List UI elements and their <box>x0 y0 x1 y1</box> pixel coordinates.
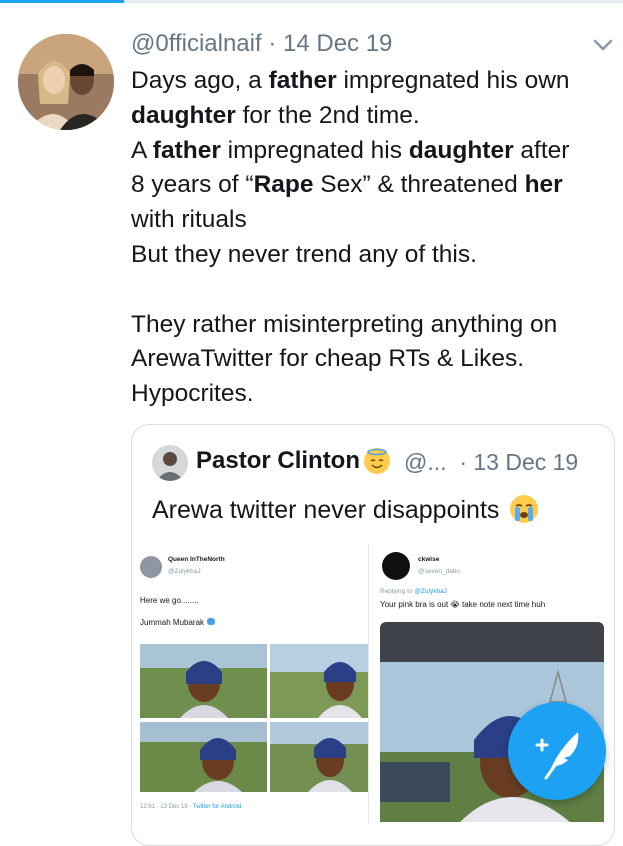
quoted-avatar <box>152 445 188 481</box>
tweet-text: Days ago, a father impregnated his own da… <box>131 64 611 412</box>
text-segment: Hypocrites. <box>131 380 254 408</box>
inner-photo-1 <box>140 644 267 718</box>
text-segment: impregnated his <box>220 136 409 164</box>
inner-text-1: Here we go........ <box>140 596 199 605</box>
text-segment: ArewaTwitter for cheap RTs & Likes. <box>131 345 525 373</box>
halo-smile-emoji-icon <box>364 448 390 474</box>
avatar-photo <box>18 34 114 130</box>
inner-photo-2 <box>270 644 368 718</box>
inner-reply-image-header <box>380 622 604 662</box>
bold-text-segment: daughter <box>408 136 514 164</box>
tweet-text-line <box>131 273 611 308</box>
text-segment: with rituals <box>131 206 247 234</box>
bold-text-segment: father <box>152 136 221 164</box>
text-segment: They rather misinterpreting anything on <box>131 310 558 338</box>
quoted-meta: @... · 13 Dec 19 <box>404 449 578 476</box>
compose-tweet-button[interactable] <box>508 702 606 800</box>
tweet-text-line: Hypocrites. <box>131 377 611 412</box>
tweet-text-line: 8 years of “Rape Sex” & threatened her <box>131 168 611 203</box>
text-segment: But they never trend any of this. <box>131 240 477 268</box>
heart-icon <box>207 618 216 625</box>
crying-emoji-icon <box>510 495 539 523</box>
inner-photo-4 <box>270 722 368 792</box>
inner-text-2-line: Jummah Mubarak <box>140 618 216 627</box>
quoted-text-line: Arewa twitter never disappoints <box>152 495 539 525</box>
inner-replying-handle: @ZulykhaJ <box>414 588 447 595</box>
tweet-text-line: A father impregnated his daughter after <box>131 134 611 169</box>
inner-text-2: Jummah Mubarak <box>140 618 205 627</box>
bold-text-segment: daughter <box>131 101 236 129</box>
text-segment: after <box>513 136 570 164</box>
tweet-text-line: ArewaTwitter for cheap RTs & Likes. <box>131 342 611 377</box>
inner-replying-prefix: Replying to <box>380 588 415 595</box>
tweet-text-line: Days ago, a father impregnated his own <box>131 64 611 99</box>
chevron-down-icon[interactable] <box>592 38 614 52</box>
inner-footer-time: 12:51 · 13 Dec 19 · <box>140 804 193 810</box>
tweet-header: @0fficialnaif · 14 Dec 19 <box>131 30 392 58</box>
inner-reply-handle: @seven_dabo <box>418 568 461 575</box>
inner-author-name: Queen InTheNorth <box>168 556 225 563</box>
text-segment: for the 2nd time. <box>235 101 420 129</box>
quoted-date: 13 Dec 19 <box>473 449 579 475</box>
quoted-separator: · <box>459 449 467 475</box>
active-tab-indicator <box>0 0 124 3</box>
quoted-image-left[interactable]: Queen InTheNorth @ZulykhaJ Here we go...… <box>132 544 369 824</box>
bold-text-segment: her <box>524 171 563 199</box>
text-segment: 8 years of “ <box>131 171 254 199</box>
bold-text-segment: father <box>268 67 337 94</box>
author-handle[interactable]: @0fficialnaif <box>131 30 262 57</box>
inner-avatar <box>140 556 162 578</box>
inner-photo-3 <box>140 722 267 792</box>
text-segment: A <box>131 136 153 164</box>
inner-footer: 12:51 · 13 Dec 19 · Twitter for Android <box>140 804 241 810</box>
tweet-text-line: daughter for the 2nd time. <box>131 99 611 134</box>
inner-reply-avatar <box>382 552 410 580</box>
inner-author-handle: @ZulykhaJ <box>168 568 201 575</box>
tweet-text-line: They rather misinterpreting anything on <box>131 308 611 343</box>
inner-reply-text: Your pink bra is out 😭 take note next ti… <box>380 600 546 609</box>
text-segment: impregnated his own <box>336 67 570 94</box>
quoted-text: Arewa twitter never disappoints <box>152 496 500 524</box>
text-segment: Sex” & threatened <box>313 171 525 199</box>
inner-replying-line: Replying to @ZulykhaJ <box>380 588 447 595</box>
inner-footer-client: Twitter for Android <box>192 804 242 810</box>
header-separator: · <box>268 30 277 57</box>
tweet-text-line: But they never trend any of this. <box>131 238 611 273</box>
avatar[interactable] <box>18 34 114 130</box>
tweet-text-line: with rituals <box>131 203 611 238</box>
bold-text-segment: Rape <box>253 171 314 199</box>
inner-reply-name: ckwise <box>418 556 440 563</box>
quoted-handle: @... <box>404 449 447 475</box>
text-segment: Days ago, a <box>131 67 269 94</box>
tweet-date[interactable]: 14 Dec 19 <box>283 30 392 57</box>
compose-tweet-icon <box>535 732 579 780</box>
quoted-author-name: Pastor Clinton <box>196 447 361 474</box>
